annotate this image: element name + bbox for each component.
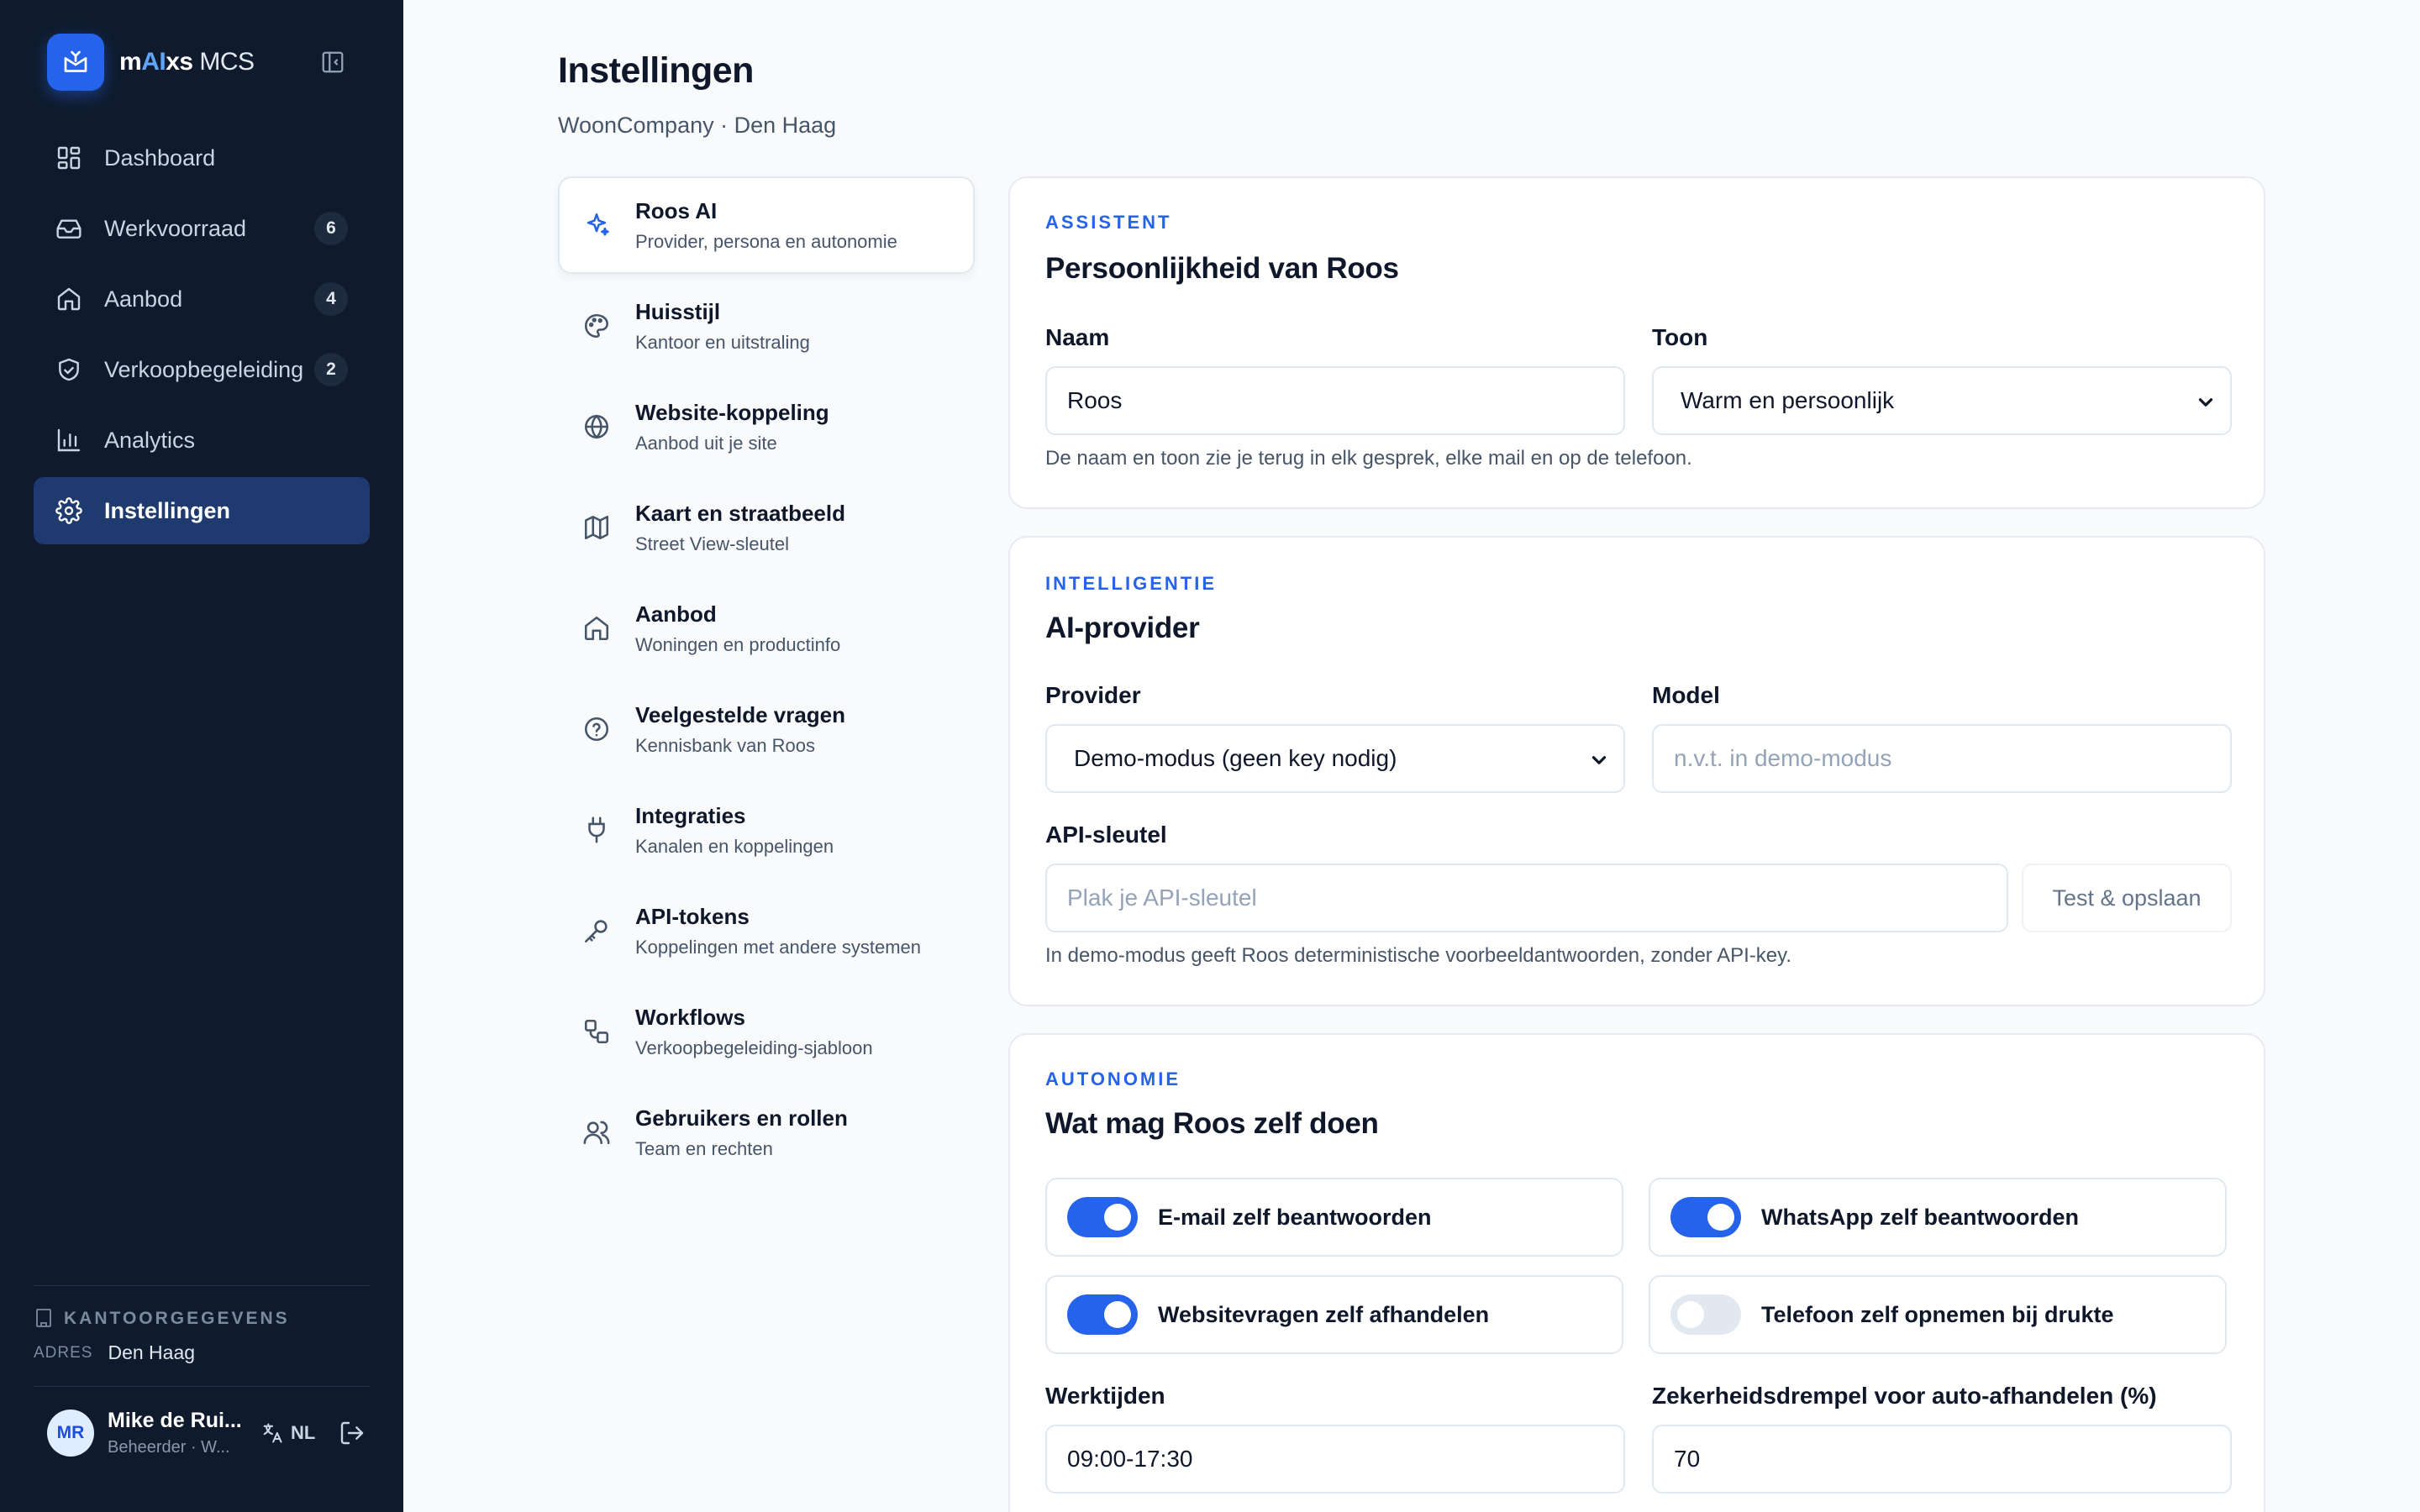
breadcrumb: WoonCompany · Den Haag bbox=[558, 113, 837, 138]
key-icon bbox=[581, 916, 612, 946]
language-switch[interactable]: NL bbox=[260, 1421, 315, 1445]
working-hours-input[interactable]: 09:00-17:30 bbox=[1045, 1425, 1625, 1494]
toggle-email[interactable]: E-mail zelf beantwoorden bbox=[1045, 1178, 1623, 1257]
section-title: Persoonlijkheid van Roos bbox=[1045, 252, 1399, 285]
dashboard-icon bbox=[54, 143, 84, 173]
tone-select[interactable]: Warm en persoonlijk bbox=[1652, 366, 2232, 435]
provider-card: INTELLIGENTIE AI-provider Provider Demo-… bbox=[1008, 536, 2265, 1006]
model-label: Model bbox=[1652, 682, 1720, 708]
page-title: Instellingen bbox=[558, 50, 754, 91]
help-text: In demo-modus geeft Roos deterministisch… bbox=[1045, 944, 1792, 967]
sidebar-item-instellingen[interactable]: Instellingen bbox=[34, 477, 370, 544]
sidebar-item-dashboard[interactable]: Dashboard bbox=[34, 124, 370, 192]
settings-item-integraties[interactable]: Integraties Kanalen en koppelingen bbox=[558, 781, 975, 879]
logo-icon bbox=[47, 34, 104, 91]
settings-item-aanbod[interactable]: Aanbod Woningen en productinfo bbox=[558, 580, 975, 677]
name-input[interactable]: Roos bbox=[1045, 366, 1625, 435]
collapse-sidebar-icon[interactable] bbox=[318, 47, 348, 77]
settings-item-api-tokens[interactable]: API-tokens Koppelingen met andere systeme… bbox=[558, 882, 975, 979]
section-eyebrow: INTELLIGENTIE bbox=[1045, 573, 1217, 594]
sidebar-item-werkvoorraad[interactable]: Werkvoorraad 6 bbox=[34, 195, 370, 262]
sidebar: mAIxs MCS Dashboard Werkvoorraad 6 Aanbo… bbox=[0, 0, 403, 1512]
sparkle-icon bbox=[581, 210, 612, 240]
office-heading: KANTOORGEGEVENS bbox=[34, 1308, 370, 1330]
office-address: ADRES Den Haag bbox=[34, 1341, 196, 1363]
sidebar-item-label: Aanbod bbox=[104, 286, 183, 312]
count-badge: 6 bbox=[314, 212, 348, 245]
brand[interactable]: mAIxs MCS bbox=[47, 34, 255, 91]
user-role: Beheerder · W... bbox=[108, 1438, 230, 1457]
settings-item-gebruikers[interactable]: Gebruikers en rollen Team en rechten bbox=[558, 1084, 975, 1181]
translate-icon bbox=[260, 1421, 284, 1445]
building-icon bbox=[34, 1308, 55, 1330]
brand-name: mAIxs MCS bbox=[119, 48, 255, 76]
settings-nav: Roos AI Provider, persona en autonomie Hu… bbox=[558, 176, 975, 1184]
section-eyebrow: ASSISTENT bbox=[1045, 212, 1172, 233]
settings-item-faq[interactable]: Veelgestelde vragen Kennisbank van Roos bbox=[558, 680, 975, 778]
sidebar-item-aanbod[interactable]: Aanbod 4 bbox=[34, 265, 370, 333]
provider-label: Provider bbox=[1045, 682, 1141, 708]
user-name: Mike de Rui... bbox=[108, 1409, 242, 1432]
office-details: KANTOORGEGEVENS ADRES Den Haag bbox=[34, 1285, 370, 1364]
threshold-input[interactable]: 70 bbox=[1652, 1425, 2232, 1494]
provider-select[interactable]: Demo-modus (geen key nodig) bbox=[1045, 724, 1625, 793]
test-save-button[interactable]: Test & opslaan bbox=[2022, 864, 2232, 932]
assistant-card: ASSISTENT Persoonlijkheid van Roos Naam … bbox=[1008, 176, 2265, 509]
email-toggle-switch[interactable] bbox=[1067, 1197, 1138, 1237]
count-badge: 4 bbox=[314, 282, 348, 316]
palette-icon bbox=[581, 311, 612, 341]
sidebar-item-label: Dashboard bbox=[104, 144, 216, 171]
sidebar-item-verkoopbegeleiding[interactable]: Verkoopbegeleiding 2 bbox=[34, 336, 370, 403]
toggle-website[interactable]: Websitevragen zelf afhandelen bbox=[1045, 1275, 1623, 1354]
name-label: Naam bbox=[1045, 324, 1110, 350]
avatar[interactable]: MR bbox=[47, 1410, 94, 1457]
working-hours-label: Werktijden bbox=[1045, 1383, 1165, 1409]
api-key-label: API-sleutel bbox=[1045, 822, 1167, 848]
website-toggle-switch[interactable] bbox=[1067, 1294, 1138, 1335]
main-nav: Dashboard Werkvoorraad 6 Aanbod 4 Verkoo… bbox=[34, 124, 370, 548]
sidebar-item-label: Verkoopbegeleiding bbox=[104, 356, 304, 382]
threshold-label: Zekerheidsdrempel voor auto-afhandelen (… bbox=[1652, 1383, 2157, 1409]
home-icon bbox=[54, 284, 84, 314]
toggle-phone[interactable]: Telefoon zelf opnemen bij drukte bbox=[1649, 1275, 2227, 1354]
inbox-icon bbox=[54, 213, 84, 244]
settings-item-website-koppeling[interactable]: Website-koppeling Aanbod uit je site bbox=[558, 378, 975, 475]
autonomy-card: AUTONOMIE Wat mag Roos zelf doen E-mail … bbox=[1008, 1033, 2265, 1512]
api-key-input[interactable]: Plak je API-sleutel bbox=[1045, 864, 2008, 932]
settings-item-workflows[interactable]: Workflows Verkoopbegeleiding-sjabloon bbox=[558, 983, 975, 1080]
model-input[interactable]: n.v.t. in demo-modus bbox=[1652, 724, 2232, 793]
plug-icon bbox=[581, 815, 612, 845]
help-text: De naam en toon zie je terug in elk gesp… bbox=[1045, 447, 1692, 470]
gear-icon bbox=[54, 496, 84, 526]
sidebar-item-label: Analytics bbox=[104, 427, 196, 453]
workflow-icon bbox=[581, 1016, 612, 1047]
map-icon bbox=[581, 512, 612, 543]
chevron-down-icon bbox=[1591, 756, 1607, 764]
home-icon bbox=[581, 613, 612, 643]
settings-item-kaart[interactable]: Kaart en straatbeeld Street View-sleutel bbox=[558, 479, 975, 576]
settings-item-roos-ai[interactable]: Roos AI Provider, persona en autonomie bbox=[558, 176, 975, 274]
count-badge: 2 bbox=[314, 353, 348, 386]
globe-icon bbox=[581, 412, 612, 442]
section-eyebrow: AUTONOMIE bbox=[1045, 1068, 1181, 1089]
toggle-whatsapp[interactable]: WhatsApp zelf beantwoorden bbox=[1649, 1178, 2227, 1257]
bar-chart-icon bbox=[54, 425, 84, 455]
users-icon bbox=[581, 1117, 612, 1147]
section-title: AI-provider bbox=[1045, 612, 1200, 644]
sidebar-item-label: Instellingen bbox=[104, 497, 231, 523]
settings-item-huisstijl[interactable]: Huisstijl Kantoor en uitstraling bbox=[558, 277, 975, 375]
user-panel: MR Mike de Rui... Beheerder · W... NL bbox=[34, 1386, 370, 1457]
sidebar-item-analytics[interactable]: Analytics bbox=[34, 407, 370, 474]
help-circle-icon bbox=[581, 714, 612, 744]
section-title: Wat mag Roos zelf doen bbox=[1045, 1107, 1379, 1140]
sidebar-item-label: Werkvoorraad bbox=[104, 215, 247, 241]
tone-label: Toon bbox=[1652, 324, 1708, 350]
chevron-down-icon bbox=[2198, 398, 2213, 407]
whatsapp-toggle-switch[interactable] bbox=[1670, 1197, 1741, 1237]
handshake-icon bbox=[54, 354, 84, 385]
phone-toggle-switch[interactable] bbox=[1670, 1294, 1741, 1335]
logout-icon[interactable] bbox=[339, 1420, 366, 1446]
